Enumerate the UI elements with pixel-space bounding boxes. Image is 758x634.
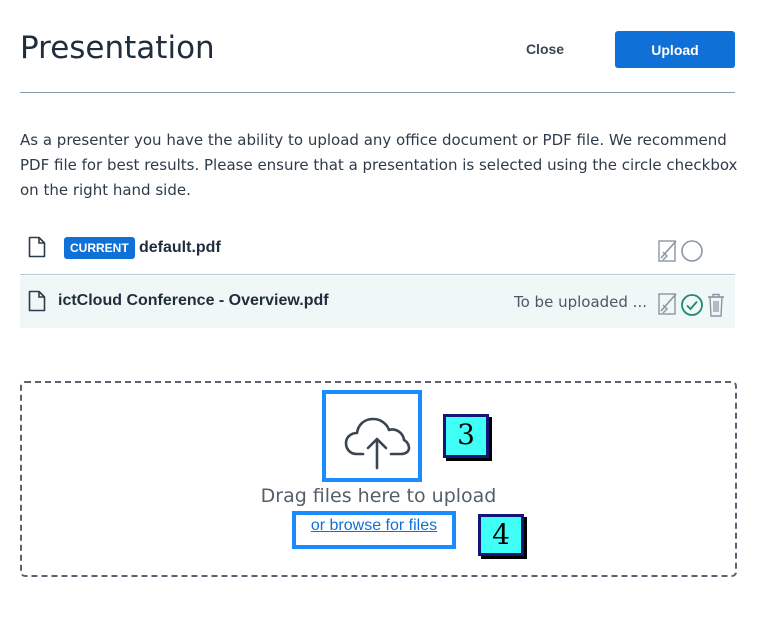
header-divider (20, 92, 735, 93)
trash-icon[interactable] (705, 292, 727, 318)
cloud-upload-icon[interactable] (343, 414, 411, 470)
upload-button[interactable]: Upload (615, 31, 735, 68)
download-toggle-icon[interactable] (657, 291, 681, 317)
document-icon (28, 236, 46, 258)
file-name: ictCloud Conference - Overview.pdf (58, 292, 329, 309)
upload-status: To be uploaded ... (514, 293, 647, 311)
file-row[interactable]: ictCloud Conference - Overview.pdf To be… (20, 276, 735, 328)
annotation-marker: 4 (478, 514, 524, 556)
annotation-marker: 3 (443, 414, 489, 458)
current-badge: CURRENT (64, 237, 135, 259)
dialog-title: Presentation (20, 30, 215, 66)
file-name: default.pdf (139, 239, 221, 256)
close-button[interactable]: Close (510, 32, 580, 66)
selected-check-icon[interactable] (680, 293, 704, 317)
file-row[interactable]: CURRENT default.pdf (20, 222, 735, 275)
download-toggle-icon[interactable] (657, 238, 681, 264)
browse-files-link[interactable]: or browse for files (296, 515, 452, 545)
document-icon (28, 290, 46, 312)
dropzone-label: Drag files here to upload (260, 485, 497, 507)
select-circle-icon[interactable] (680, 239, 704, 263)
instructions-text: As a presenter you have the ability to u… (20, 131, 738, 199)
